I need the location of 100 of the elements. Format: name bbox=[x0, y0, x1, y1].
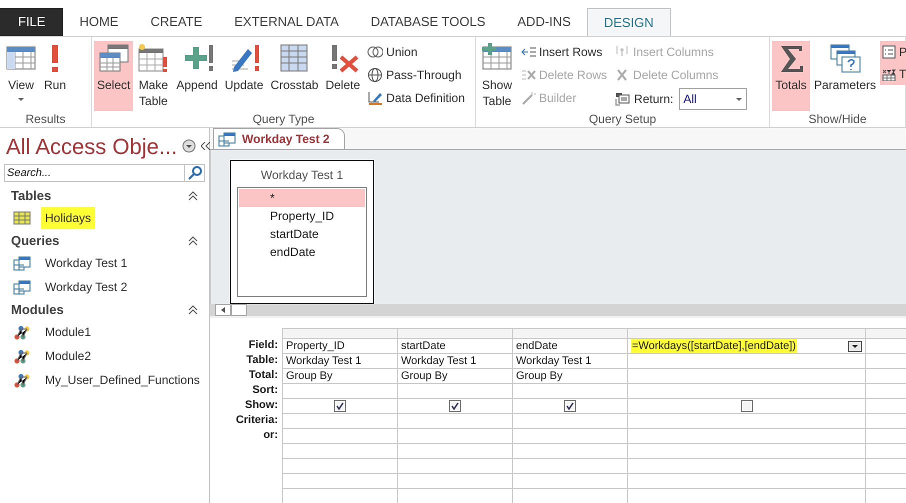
circles-icon bbox=[367, 44, 384, 60]
search-field[interactable]: Search... bbox=[4, 164, 185, 182]
total-cell[interactable]: Group By bbox=[516, 369, 562, 383]
group-heading: Modules bbox=[11, 300, 64, 319]
grid-icon bbox=[278, 43, 310, 73]
globe-icon bbox=[367, 67, 384, 83]
ribbon-button[interactable]: Delete bbox=[322, 41, 364, 111]
ribbon-button[interactable]: Totals bbox=[772, 41, 810, 111]
scroll-thumb[interactable] bbox=[231, 304, 247, 316]
show-checkbox[interactable] bbox=[449, 400, 461, 412]
horizontal-scrollbar[interactable] bbox=[210, 304, 906, 316]
ribbon-small-button[interactable]: Insert Rows bbox=[520, 42, 608, 62]
table-cell[interactable]: Workday Test 1 bbox=[286, 354, 362, 368]
document-tab[interactable]: Workday Test 2 bbox=[213, 128, 345, 149]
table-cell[interactable]: Workday Test 1 bbox=[516, 354, 592, 368]
collapse-icon bbox=[188, 190, 198, 200]
windows-question-icon bbox=[829, 43, 862, 73]
nav-item[interactable]: Workday Test 2 bbox=[41, 276, 132, 298]
field-cell[interactable]: endDate bbox=[516, 339, 558, 353]
ribbon-button[interactable]: Parameters bbox=[811, 41, 880, 111]
field-list-title: Workday Test 1 bbox=[260, 167, 344, 184]
nav-item[interactable]: Module2 bbox=[41, 345, 96, 367]
table-cell[interactable]: Workday Test 1 bbox=[401, 354, 476, 368]
nav-item[interactable]: Workday Test 1 bbox=[41, 252, 132, 274]
column-selector[interactable] bbox=[283, 329, 397, 339]
ribbon-small-button[interactable]: Pass-Through bbox=[367, 65, 465, 85]
molecule-icon bbox=[13, 324, 31, 340]
collapse-icon bbox=[188, 304, 198, 314]
query-icon bbox=[13, 256, 31, 270]
molecule-icon bbox=[13, 348, 31, 364]
row-label: Criteria: bbox=[234, 413, 279, 428]
column-selector[interactable] bbox=[513, 329, 627, 339]
show-checkbox[interactable] bbox=[564, 400, 576, 412]
ribbon-button[interactable]: Update bbox=[222, 41, 266, 111]
total-cell[interactable]: Group By bbox=[401, 369, 448, 383]
table-icon bbox=[13, 210, 31, 226]
field-item[interactable]: endDate bbox=[239, 243, 365, 261]
row-label: Field: bbox=[248, 338, 279, 353]
ribbon-button[interactable]: Select bbox=[94, 41, 134, 111]
search-button[interactable] bbox=[185, 164, 205, 182]
field-item[interactable]: * bbox=[239, 189, 365, 207]
total-cell[interactable]: Group By bbox=[286, 369, 332, 383]
return-dropdown[interactable]: All bbox=[679, 88, 748, 110]
nav-item[interactable]: Holidays bbox=[41, 207, 96, 229]
column-selector[interactable] bbox=[628, 329, 865, 339]
search-icon bbox=[188, 166, 202, 180]
collapse-icon bbox=[201, 142, 210, 150]
column-selector[interactable] bbox=[398, 329, 512, 339]
row-label: Sort: bbox=[251, 383, 279, 398]
group-heading: Tables bbox=[11, 186, 52, 205]
group-label: Query Type bbox=[252, 111, 316, 127]
tables-icon bbox=[98, 43, 130, 73]
ribbon-tab[interactable]: HOME bbox=[63, 8, 134, 36]
ribbon-tab[interactable]: CREATE bbox=[134, 8, 218, 36]
ribbon-button-stack[interactable]: P T bbox=[880, 41, 906, 85]
show-checkbox[interactable] bbox=[740, 400, 752, 412]
ribbon-button[interactable]: View bbox=[2, 41, 40, 111]
return-label: Return: bbox=[634, 91, 674, 108]
field-cell[interactable]: Property_ID bbox=[286, 339, 345, 353]
row-label: Show: bbox=[244, 398, 279, 413]
field-cell[interactable]: startDate bbox=[401, 339, 446, 353]
ribbon-button[interactable]: Make Table bbox=[134, 41, 172, 111]
collapse-icon bbox=[188, 236, 198, 246]
ribbon-small-button[interactable]: P bbox=[882, 42, 906, 62]
ribbon-button[interactable]: Crosstab bbox=[267, 41, 322, 111]
exclamation-icon bbox=[51, 43, 59, 73]
caret-icon bbox=[735, 96, 744, 102]
show-checkbox[interactable] bbox=[334, 400, 346, 412]
wand-icon bbox=[520, 90, 536, 106]
ruler-pencil-icon bbox=[367, 90, 384, 106]
column-selector[interactable] bbox=[866, 329, 906, 339]
group-label: Query Setup bbox=[588, 111, 658, 127]
ribbon-tab[interactable]: DATABASE TOOLS bbox=[354, 8, 502, 36]
group-heading: Queries bbox=[11, 232, 60, 250]
ribbon-tab[interactable]: EXTERNAL DATA bbox=[218, 8, 355, 36]
ribbon-tab[interactable]: ADD-INS bbox=[501, 8, 587, 36]
pane-title: All Access Obje... bbox=[6, 132, 178, 161]
nav-item[interactable]: Module1 bbox=[41, 321, 96, 343]
field-cell[interactable]: =Workdays([startDate],[endDate]) bbox=[631, 339, 797, 353]
dropdown-icon bbox=[182, 139, 196, 153]
ribbon-small-button[interactable]: Data Definition bbox=[367, 88, 465, 108]
nav-item[interactable]: My_User_Defined_Functions bbox=[41, 369, 204, 391]
group-label: Results bbox=[24, 111, 66, 127]
molecule-icon bbox=[13, 372, 31, 388]
ribbon-small-button[interactable]: Union bbox=[367, 42, 465, 62]
ribbon-small-button[interactable]: T bbox=[882, 64, 906, 84]
ribbon-button[interactable]: Run bbox=[41, 41, 70, 111]
list-icon bbox=[614, 91, 630, 107]
field-item[interactable]: startDate bbox=[239, 225, 365, 243]
query-icon bbox=[13, 280, 31, 294]
table-exclamation-icon bbox=[137, 43, 170, 73]
row-label: Total: bbox=[248, 368, 279, 383]
ribbon-button[interactable]: Append bbox=[173, 41, 221, 111]
ribbon-tab[interactable]: DESIGN bbox=[586, 8, 671, 36]
file-tab[interactable]: FILE bbox=[0, 8, 64, 36]
query-icon bbox=[218, 132, 236, 146]
row-label: Table: bbox=[245, 353, 279, 368]
row-label: or: bbox=[262, 428, 279, 443]
ribbon-button[interactable]: Show Table bbox=[478, 41, 516, 111]
field-item[interactable]: Property_ID bbox=[239, 207, 365, 225]
